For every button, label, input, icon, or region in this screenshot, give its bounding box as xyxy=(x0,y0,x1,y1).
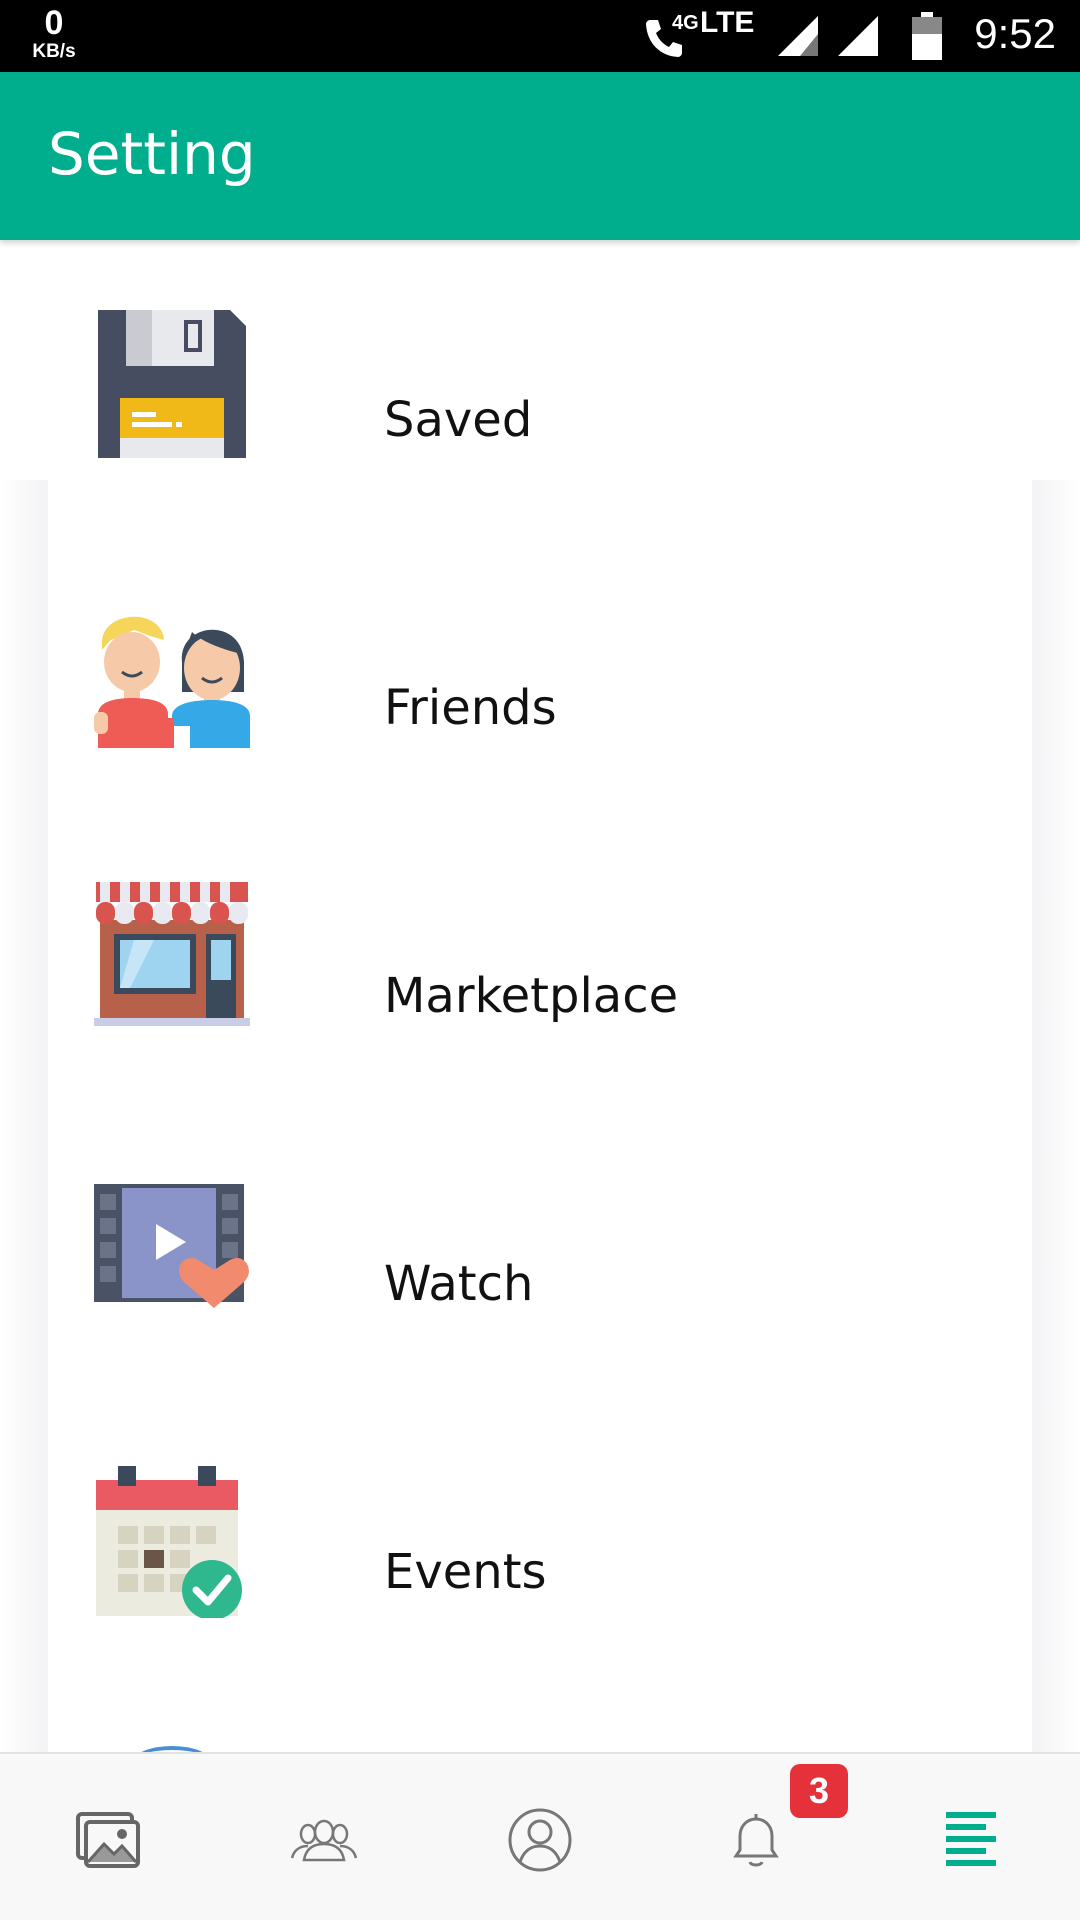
notification-badge: 3 xyxy=(790,1764,848,1818)
status-bar: 0 KB/s 4G LTE 9:52 xyxy=(0,0,1080,72)
settings-content: Saved Friends Marketplace Watch Events xyxy=(0,240,1080,1752)
menu-item-saved[interactable]: Saved xyxy=(0,240,1080,528)
bottom-navigation: 3 xyxy=(0,1752,1080,1920)
bell-icon xyxy=(733,1814,779,1867)
menu-item-marketplace[interactable]: Marketplace xyxy=(0,816,1080,1104)
video-heart-icon xyxy=(94,1184,249,1308)
nav-profile[interactable] xyxy=(432,1754,648,1920)
menu-item-label: Events xyxy=(384,1544,547,1600)
signal-icon xyxy=(838,16,878,56)
nav-photos[interactable] xyxy=(0,1754,216,1920)
menu-lines-icon xyxy=(946,1812,996,1866)
menu-item-label: Watch xyxy=(384,1256,534,1312)
calendar-check-icon xyxy=(96,1466,242,1618)
menu-item-friends[interactable]: Friends xyxy=(0,528,1080,816)
menu-item-events[interactable]: Events xyxy=(0,1392,1080,1680)
floppy-disk-icon xyxy=(98,310,246,458)
menu-item-label: Friends xyxy=(384,680,557,736)
speed-unit: KB/s xyxy=(32,41,76,62)
nav-groups[interactable] xyxy=(216,1754,432,1920)
network-type: LTE xyxy=(700,6,755,39)
volte-label: 4G xyxy=(672,12,699,34)
storefront-icon xyxy=(94,882,250,1026)
menu-item-label: Marketplace xyxy=(384,968,679,1024)
friends-icon xyxy=(94,616,250,748)
page-title: Setting xyxy=(48,120,256,188)
app-bar: Setting xyxy=(0,72,1080,240)
photos-icon xyxy=(76,1812,140,1868)
menu-item-label: Saved xyxy=(384,392,533,448)
nav-menu[interactable] xyxy=(864,1754,1080,1920)
profile-icon xyxy=(508,1808,572,1872)
signal-icon xyxy=(778,16,818,56)
menu-item-watch[interactable]: Watch xyxy=(0,1104,1080,1392)
groups-icon xyxy=(290,1819,358,1862)
clock: 9:52 xyxy=(974,10,1056,57)
speed-value: 0 xyxy=(44,4,64,42)
network-speed: 0 KB/s xyxy=(24,6,84,61)
battery-icon xyxy=(912,12,942,60)
